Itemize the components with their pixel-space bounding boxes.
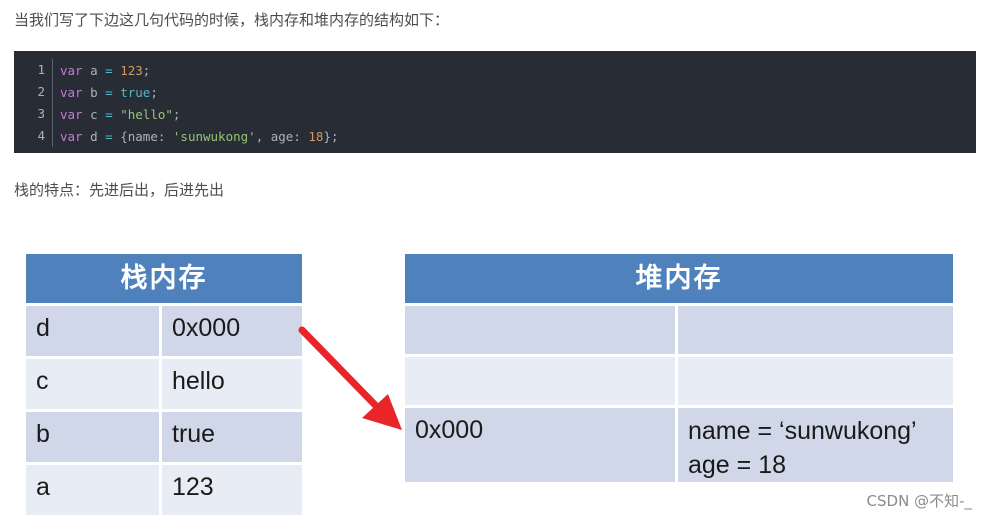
line-number: 4: [14, 125, 53, 147]
code-line: 1 var a = 123;: [14, 59, 976, 81]
punctuation: ;: [330, 128, 339, 144]
table-row: [405, 303, 953, 354]
var-name-cell: d: [26, 306, 162, 356]
table-row: a 123: [26, 462, 302, 515]
literal: "hello": [120, 106, 173, 122]
operator: =: [105, 106, 113, 122]
keyword: var: [60, 128, 83, 144]
line-number: 3: [14, 103, 53, 125]
var-name-cell: c: [26, 359, 162, 409]
var-name-cell: b: [26, 412, 162, 462]
var-name-cell: a: [26, 465, 162, 515]
line-number: 2: [14, 81, 53, 103]
var-value-cell: 0x000: [162, 306, 302, 356]
code-text: var b = true;: [53, 85, 158, 100]
operator: =: [105, 84, 113, 100]
literal: true: [120, 84, 151, 100]
literal: {name: 'sunwukong', age: 18}: [120, 128, 331, 144]
var-value-cell: hello: [162, 359, 302, 409]
var-value-cell: true: [162, 412, 302, 462]
punctuation: ;: [142, 62, 151, 78]
heap-value-cell: [678, 357, 953, 405]
code-line: 4 var d = {name: 'sunwukong', age: 18};: [14, 125, 976, 147]
code-text: var d = {name: 'sunwukong', age: 18};: [53, 129, 339, 144]
note-text: 栈的特点：先进后出，后进先出: [14, 181, 225, 199]
code-line: 2 var b = true;: [14, 81, 976, 103]
stack-table-title: 栈内存: [26, 254, 302, 303]
heap-addr-cell: [405, 357, 678, 405]
punctuation: ;: [172, 106, 181, 122]
table-row: [405, 354, 953, 405]
intro-text: 当我们写了下边这几句代码的时候，栈内存和堆内存的结构如下：: [14, 11, 450, 29]
punctuation: ;: [150, 84, 158, 100]
heap-table: 堆内存 0x000 name = ‘sunwukong’ age = 18: [405, 254, 953, 482]
heap-value-cell: name = ‘sunwukong’ age = 18: [678, 408, 953, 482]
operator: =: [105, 128, 113, 144]
table-row: b true: [26, 409, 302, 462]
pointer-arrow-icon: [298, 326, 402, 430]
code-text: var c = "hello";: [53, 107, 180, 122]
identifier: a: [82, 62, 106, 78]
literal: 123: [120, 62, 143, 78]
keyword: var: [60, 62, 83, 78]
identifier: b: [82, 84, 106, 100]
heap-value-line: age = 18: [688, 451, 787, 479]
heap-value-line: name = ‘sunwukong’: [688, 417, 917, 445]
identifier: d: [82, 128, 106, 144]
heap-table-title: 堆内存: [405, 254, 953, 303]
watermark: CSDN @不知-_: [866, 492, 972, 510]
operator: =: [105, 62, 113, 78]
keyword: var: [60, 84, 83, 100]
identifier: c: [82, 106, 106, 122]
heap-value-cell: [678, 306, 953, 354]
line-number: 1: [14, 59, 53, 81]
table-row: 0x000 name = ‘sunwukong’ age = 18: [405, 405, 953, 482]
keyword: var: [60, 106, 83, 122]
code-block: 1 var a = 123; 2 var b = true; 3 var c =…: [14, 51, 976, 153]
stack-table: 栈内存 d 0x000 c hello b true a 123: [26, 254, 302, 515]
table-row: c hello: [26, 356, 302, 409]
code-text: var a = 123;: [53, 63, 150, 78]
table-row: d 0x000: [26, 303, 302, 356]
code-line: 3 var c = "hello";: [14, 103, 976, 125]
heap-addr-cell: [405, 306, 678, 354]
var-value-cell: 123: [162, 465, 302, 515]
heap-addr-cell: 0x000: [405, 408, 678, 482]
